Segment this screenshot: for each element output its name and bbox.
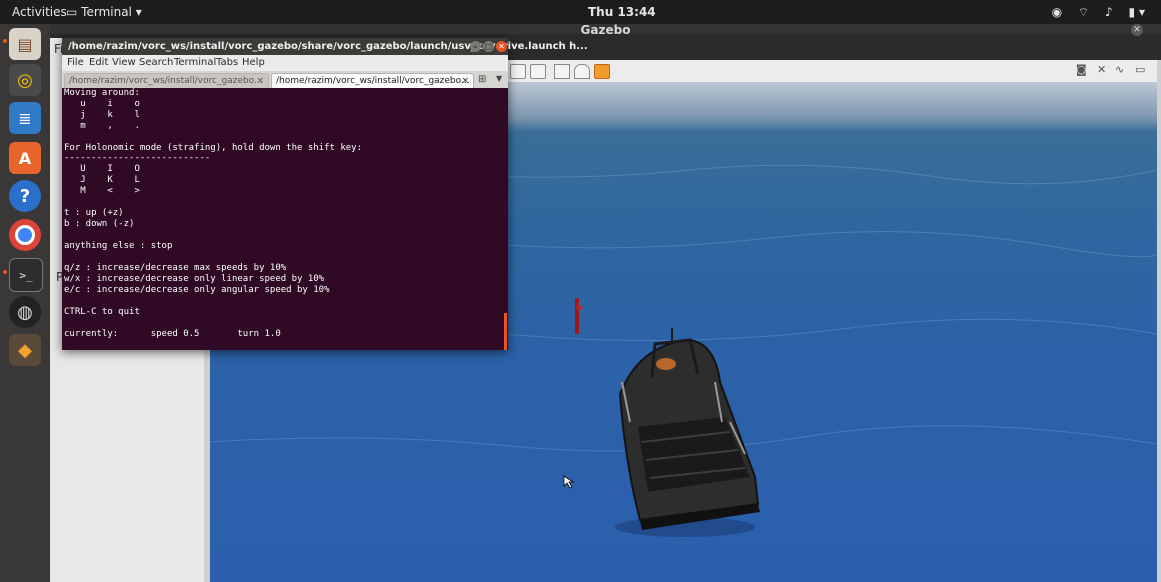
new-tab-icon[interactable]: ⊞ <box>478 74 486 85</box>
files-icon[interactable]: ▤ <box>9 28 41 60</box>
minimize-button[interactable]: – <box>470 41 481 52</box>
terminal-line: t : up (+z) <box>64 208 124 218</box>
select-mode-icon[interactable] <box>594 64 610 79</box>
terminal-app-icon: ▭ <box>66 5 78 19</box>
top-bar: Activities ▭ Terminal ▾ Thu 13:44 ◉ ⌔ ♪ … <box>0 0 1161 24</box>
close-button[interactable]: ✕ <box>496 41 507 52</box>
usv-boat <box>618 328 760 530</box>
record-icon[interactable]: ✕ <box>1097 63 1106 76</box>
terminal-title: /home/razim/vorc_ws/install/vorc_gazebo/… <box>68 41 588 52</box>
gazebo-window-title: Gazebo <box>580 23 631 37</box>
terminal-line: e/c : increase/decrease only angular spe… <box>64 285 330 295</box>
menu-help[interactable]: Help <box>242 57 265 68</box>
chrome-icon[interactable] <box>9 219 41 251</box>
menu-view[interactable]: View <box>112 57 136 68</box>
terminal-line: b : down (-z) <box>64 219 135 229</box>
copy-icon[interactable] <box>510 64 526 79</box>
terminal-scrollbar[interactable] <box>504 313 507 350</box>
terminal-line: currently: speed 0.5 turn 1.0 <box>64 329 281 339</box>
software-center-icon[interactable]: A <box>9 142 41 174</box>
terminal-window[interactable]: /home/razim/vorc_ws/install/vorc_gazebo/… <box>62 38 588 350</box>
system-tray[interactable]: ◉ ⌔ ♪ ▮ ▾ <box>1040 5 1145 20</box>
terminal-titlebar[interactable]: /home/razim/vorc_ws/install/vorc_gazebo/… <box>62 38 588 55</box>
plot-icon[interactable]: ∿ <box>1115 63 1124 76</box>
paste-icon[interactable] <box>530 64 546 79</box>
volume-icon: ♪ <box>1105 5 1113 19</box>
boat-sensor <box>656 358 676 370</box>
clock[interactable]: Thu 13:44 <box>588 5 656 19</box>
terminal-line: j k l <box>64 110 140 120</box>
log-icon[interactable]: ▭ <box>1135 63 1145 76</box>
terminal-line: --------------------------- <box>64 153 211 163</box>
align-icon[interactable] <box>554 64 570 79</box>
terminal-output[interactable]: Moving around: u i o j k l m , . For Hol… <box>62 88 508 350</box>
terminal-line: M < > <box>64 186 140 196</box>
terminal-line: anything else : stop <box>64 241 173 251</box>
terminal-line: m , . <box>64 121 140 131</box>
terminal-line: q/z : increase/decrease max speeds by 10… <box>64 263 287 273</box>
close-tab-icon[interactable]: × <box>256 74 264 88</box>
obs-icon[interactable]: ◍ <box>9 296 41 328</box>
menu-terminal[interactable]: Terminal <box>174 57 216 68</box>
scene-border <box>1157 60 1161 582</box>
running-indicator <box>3 39 7 43</box>
package-icon[interactable]: ◆ <box>9 334 41 366</box>
help-icon[interactable]: ? <box>9 180 41 212</box>
obs-tray-icon[interactable]: ◉ <box>1052 5 1062 19</box>
rhythmbox-icon[interactable]: ◎ <box>9 64 41 96</box>
writer-icon[interactable]: ≣ <box>9 102 41 134</box>
terminal-line: Moving around: <box>64 88 140 98</box>
terminal-menubar: File Edit View Search Terminal Tabs Help <box>62 55 508 71</box>
menu-edit[interactable]: Edit <box>89 57 108 68</box>
terminal-line: w/x : increase/decrease only linear spee… <box>64 274 325 284</box>
running-indicator <box>3 270 7 274</box>
menu-file[interactable]: File <box>67 57 84 68</box>
terminal-line: U I O <box>64 164 140 174</box>
wifi-icon: ⌔ <box>1077 5 1090 19</box>
tab-label: /home/razim/vorc_ws/install/vorc_gazebo.… <box>276 76 470 86</box>
menu-search[interactable]: Search <box>139 57 173 68</box>
terminal-line: u i o <box>64 99 140 109</box>
camera-icon[interactable]: ◙ <box>1076 63 1087 76</box>
buoy <box>575 298 583 334</box>
terminal-line: CTRL-C to quit <box>64 307 140 317</box>
terminal-line: For Holonomic mode (strafing), hold down… <box>64 143 363 153</box>
battery-icon: ▮ <box>1128 5 1136 19</box>
activities-button[interactable]: Activities <box>12 5 67 19</box>
close-tab-icon[interactable]: × <box>461 74 469 88</box>
snap-icon[interactable] <box>574 64 590 79</box>
terminal-tab-bar: /home/razim/vorc_ws/install/vorc_gazebo.… <box>62 71 508 88</box>
tab-list-chevron-icon[interactable]: ▼ <box>496 74 502 83</box>
menu-tabs[interactable]: Tabs <box>216 57 238 68</box>
terminal-tab-1[interactable]: /home/razim/vorc_ws/install/vorc_gazebo.… <box>64 73 269 88</box>
terminal-tab-2[interactable]: /home/razim/vorc_ws/install/vorc_gazebo.… <box>271 73 474 88</box>
maximize-button[interactable]: □ <box>483 41 494 52</box>
tab-label: /home/razim/vorc_ws/install/vorc_gazebo.… <box>69 76 263 86</box>
terminal-icon[interactable]: >_ <box>9 258 43 292</box>
dock: ▤ ◎ ≣ A ? >_ ◍ ◆ <box>0 24 50 582</box>
app-menu-label: Terminal <box>81 5 132 19</box>
app-menu[interactable]: ▭ Terminal ▾ <box>66 5 142 19</box>
mouse-cursor-icon <box>563 475 575 489</box>
chevron-down-icon: ▾ <box>135 5 142 19</box>
chevron-down-icon: ▾ <box>1138 5 1145 19</box>
terminal-line: J K L <box>64 175 140 185</box>
gazebo-close-button[interactable]: ✕ <box>1131 24 1143 36</box>
